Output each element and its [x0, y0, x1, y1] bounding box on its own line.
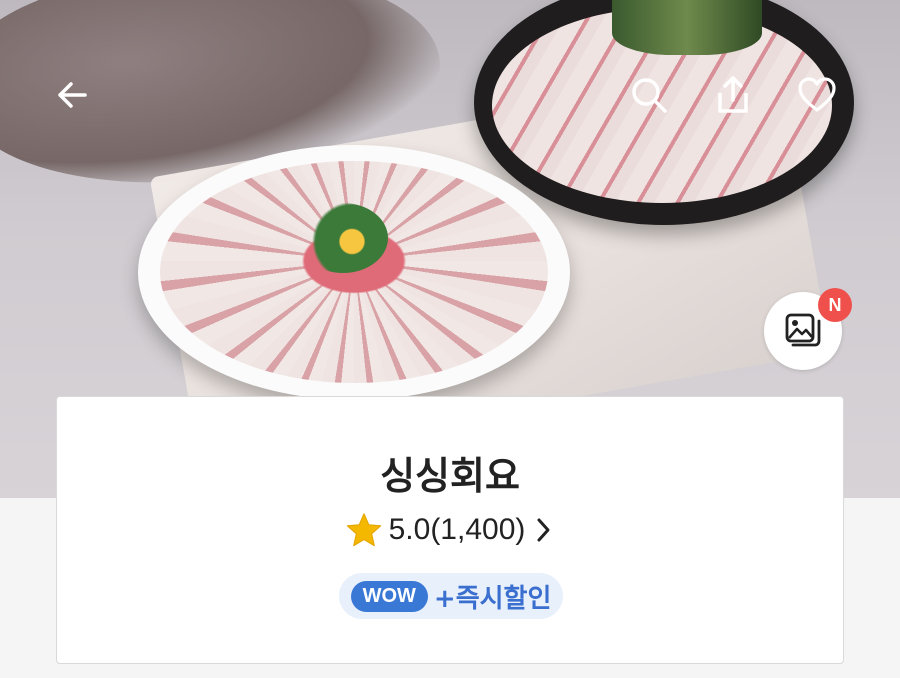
rating-link[interactable]: 5.0(1,400)	[57, 511, 843, 549]
search-button[interactable]	[624, 70, 674, 120]
garnish-decoration	[612, 0, 762, 55]
search-icon	[632, 78, 667, 113]
wow-discount-badge: WOW +즉시할인	[339, 573, 563, 619]
favorite-button[interactable]	[792, 70, 842, 120]
new-photo-badge: N	[818, 288, 852, 322]
chevron-right-icon	[531, 515, 555, 545]
sashimi-slices	[160, 161, 548, 383]
back-button[interactable]	[48, 70, 98, 120]
rating-value: 5.0(1,400)	[388, 513, 526, 546]
lemon-garnish	[298, 203, 388, 273]
white-plate-sashimi	[138, 145, 570, 400]
star-icon	[345, 511, 383, 549]
back-arrow-icon	[58, 82, 87, 108]
photo-album-icon	[785, 313, 821, 347]
wow-label: WOW	[350, 580, 428, 612]
instant-discount-label: +즉시할인	[433, 583, 552, 614]
share-button[interactable]	[708, 70, 758, 120]
share-icon	[718, 76, 748, 113]
store-info-card: 싱싱회요 5.0(1,400) WOW +즉시할인	[56, 396, 844, 664]
heart-icon	[798, 77, 836, 112]
store-name: 싱싱회요	[380, 454, 520, 498]
